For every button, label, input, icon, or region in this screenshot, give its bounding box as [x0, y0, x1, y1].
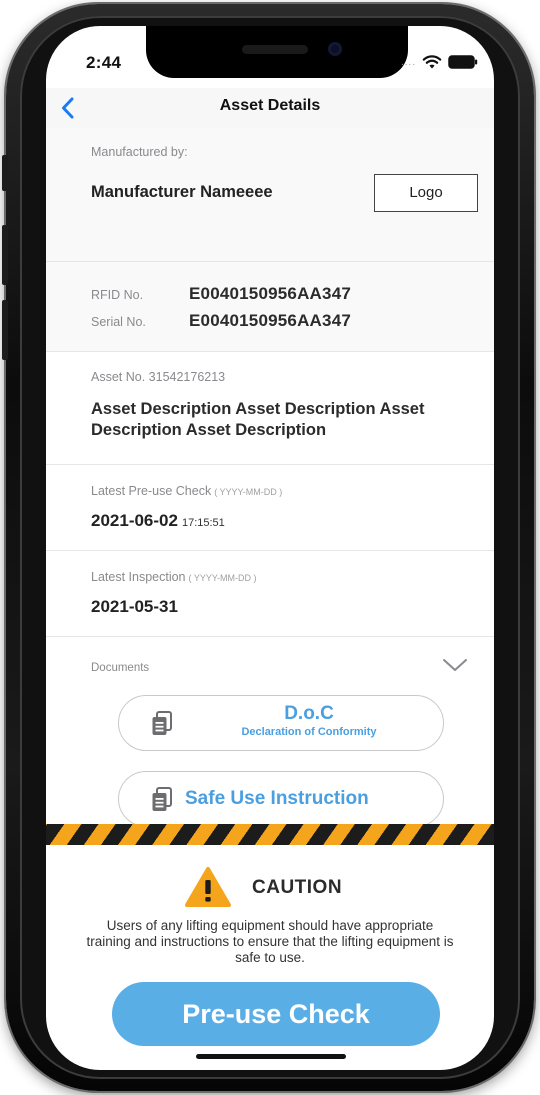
battery-icon: [448, 55, 478, 69]
wifi-icon: [422, 54, 442, 70]
caution-text: Users of any lifting equipment should ha…: [86, 918, 454, 965]
navigation-bar: Asset Details: [46, 88, 494, 128]
home-indicator[interactable]: [196, 1054, 346, 1059]
status-time: 2:44: [86, 53, 122, 72]
caution-title: CAUTION: [252, 877, 343, 898]
documents-label: Documents: [91, 662, 150, 674]
doc-title: D.o.C: [284, 703, 334, 724]
notch: [146, 26, 408, 78]
volume-up-button: [2, 225, 8, 285]
rfid-row: RFID No. E0040150956AA347: [91, 284, 351, 304]
doc-subtitle: Declaration of Conformity: [241, 726, 377, 738]
inspection-section: Latest Inspection( YYYY-MM-DD ) 2021-05-…: [46, 551, 494, 637]
inspection-format: ( YYYY-MM-DD ): [188, 573, 257, 583]
document-icon: [151, 787, 173, 813]
rfid-value: E0040150956AA347: [189, 284, 352, 303]
pre-use-check-button[interactable]: Pre-use Check: [112, 982, 440, 1046]
pre-use-check-date: 2021-06-02: [91, 511, 178, 530]
manufacturer-name: Manufacturer Nameeee: [91, 183, 273, 201]
asset-section: Asset No. 31542176213 Asset Description …: [46, 352, 494, 465]
asset-number: Asset No. 31542176213: [91, 370, 226, 384]
rfid-label: RFID No.: [91, 288, 144, 302]
serial-row: Serial No. E0040150956AA347: [91, 311, 351, 331]
silent-switch: [2, 155, 8, 191]
manufacturer-section: Manufactured by: Manufacturer Nameeee Lo…: [46, 128, 494, 262]
chevron-down-icon[interactable]: [442, 657, 468, 673]
speaker-grille: [242, 45, 308, 54]
caution-header: CAUTION: [46, 866, 494, 908]
front-camera: [328, 42, 342, 56]
pre-use-check-time: 17:15:51: [181, 517, 225, 529]
page-title: Asset Details: [219, 97, 321, 114]
identifiers-section: RFID No. E0040150956AA347 Serial No. E00…: [46, 262, 494, 352]
document-icon: [151, 711, 173, 737]
manufacturer-label: Manufactured by:: [91, 145, 188, 159]
pre-use-check-label-row: Latest Pre-use Check( YYYY-MM-DD ): [91, 484, 282, 498]
inspection-label: Latest Inspection: [91, 570, 186, 584]
serial-value: E0040150956AA347: [189, 311, 352, 330]
inspection-date: 2021-05-31: [91, 597, 178, 616]
pre-use-check-section: Latest Pre-use Check( YYYY-MM-DD ) 2021-…: [46, 465, 494, 551]
inspection-label-row: Latest Inspection( YYYY-MM-DD ): [91, 570, 257, 584]
pre-use-check-value: 2021-06-02 17:15:51: [91, 511, 225, 531]
status-indicators: ....: [401, 53, 478, 71]
asset-description: Asset Description Asset Description Asse…: [91, 400, 425, 439]
app-screen: 2:44 .... Asset Details Manufactured by:…: [46, 26, 494, 1070]
doc-text: D.o.C Declaration of Conformity: [199, 703, 419, 738]
serial-label: Serial No.: [91, 315, 146, 329]
volume-down-button: [2, 300, 8, 360]
doc-declaration-of-conformity-button[interactable]: D.o.C Declaration of Conformity: [118, 695, 444, 751]
hazard-stripe: [46, 824, 494, 845]
doc-safe-use-instruction-button[interactable]: Safe Use Instruction: [118, 771, 444, 827]
documents-section: Documents D.o.C Declaration of Conformit…: [46, 637, 494, 849]
warning-icon: [184, 866, 232, 908]
signal-indicator: ....: [401, 56, 417, 68]
pre-use-check-format: ( YYYY-MM-DD ): [214, 487, 283, 497]
doc-title: Safe Use Instruction: [185, 788, 369, 809]
pre-use-check-label: Latest Pre-use Check: [91, 484, 212, 498]
manufacturer-logo-placeholder: Logo: [374, 174, 478, 212]
